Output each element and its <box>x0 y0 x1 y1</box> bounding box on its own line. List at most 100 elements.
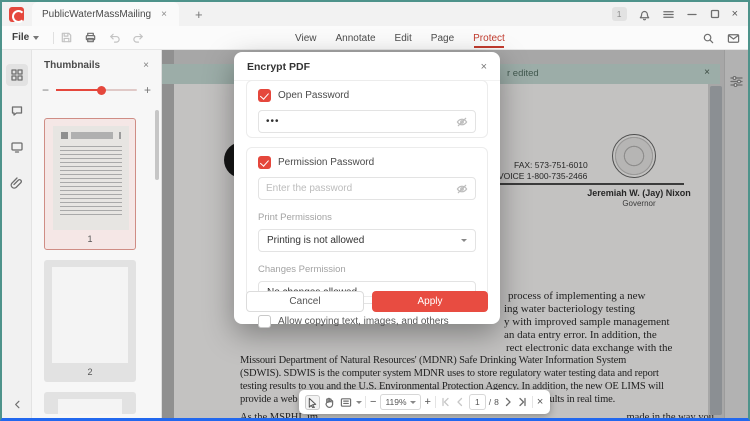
undo-icon[interactable] <box>108 31 121 44</box>
dialog-close-icon[interactable]: × <box>481 61 487 73</box>
next-page-icon[interactable] <box>502 396 514 408</box>
comments-panel-button[interactable] <box>6 100 28 122</box>
allow-copy-label: Allow copying text, images, and others <box>278 316 449 327</box>
first-page-icon[interactable] <box>439 396 451 408</box>
thumbnails-panel-title: Thumbnails <box>44 60 100 71</box>
zoom-in-button[interactable]: + <box>424 396 432 408</box>
thumbnails-panel-button[interactable] <box>6 64 28 86</box>
minimize-button[interactable] <box>686 8 698 20</box>
thumbnail-page-number: 1 <box>53 230 127 246</box>
zoom-out-thumbnails-icon[interactable]: − <box>42 83 49 97</box>
app-window: PublicWaterMassMailing × + 1 × File <box>0 0 750 421</box>
panel-close-icon[interactable]: × <box>143 60 149 71</box>
permission-password-label: Permission Password <box>278 157 374 168</box>
zoom-level-value: 119% <box>385 397 406 407</box>
page-total: 8 <box>494 397 499 407</box>
tab-edit[interactable]: Edit <box>394 29 413 48</box>
page-separator: / <box>489 397 491 407</box>
bookmarks-panel-button[interactable] <box>6 136 28 158</box>
thumbnail-page-preview <box>53 126 129 230</box>
changes-permission-label: Changes Permission <box>258 264 476 275</box>
chevron-down-icon <box>461 239 467 242</box>
right-rail <box>724 50 748 418</box>
attachments-panel-button[interactable] <box>6 172 28 194</box>
search-icon[interactable] <box>702 32 715 45</box>
body-text: made in the way you <box>627 412 714 421</box>
current-page-input[interactable]: 1 <box>469 394 486 410</box>
thumbnail-page-preview <box>58 399 122 414</box>
document-scrollbar-thumb[interactable] <box>710 86 722 415</box>
eye-off-icon[interactable] <box>456 116 468 128</box>
tab-view[interactable]: View <box>294 29 318 48</box>
panel-scrollbar-thumb[interactable] <box>155 110 159 180</box>
page-gutter <box>162 50 174 418</box>
page-thumbnail-3[interactable] <box>44 392 136 414</box>
body-text: Missouri Department of Natural Resources… <box>240 355 626 366</box>
tab-close-icon[interactable]: × <box>159 9 169 20</box>
envelope-icon[interactable] <box>727 32 740 45</box>
title-bar: PublicWaterMassMailing × + 1 × <box>2 2 748 26</box>
open-password-input[interactable] <box>266 116 450 127</box>
file-menu-button[interactable]: File <box>2 32 47 43</box>
print-permissions-value: Printing is not allowed <box>267 235 364 246</box>
page-view-mode-icon[interactable] <box>339 396 353 409</box>
select-tool-icon[interactable] <box>305 395 320 410</box>
file-menu-label: File <box>12 32 29 43</box>
ribbon-tabs: View Annotate Edit Page Protect <box>294 26 506 50</box>
chevron-down-icon[interactable] <box>356 401 362 404</box>
eye-off-icon[interactable] <box>456 183 468 195</box>
last-page-icon[interactable] <box>517 396 529 408</box>
hand-tool-icon[interactable] <box>323 396 336 409</box>
tab-page[interactable]: Page <box>430 29 455 48</box>
main-menu-icon[interactable] <box>662 8 675 21</box>
chevron-down-icon <box>410 401 416 404</box>
page-thumbnail-1[interactable]: 1 <box>44 118 136 250</box>
view-settings-icon[interactable] <box>729 74 745 89</box>
zoom-out-button[interactable]: − <box>369 396 377 408</box>
user-badge[interactable]: 1 <box>612 7 627 21</box>
previous-page-icon[interactable] <box>454 396 466 408</box>
state-seal-icon <box>612 134 656 178</box>
page-thumbnail-2[interactable]: 2 <box>44 260 136 382</box>
collapse-sidebar-button[interactable] <box>2 399 32 410</box>
print-permissions-select[interactable]: Printing is not allowed <box>258 229 476 252</box>
thumbnail-page-number: 2 <box>52 363 128 379</box>
print-icon[interactable] <box>84 31 97 44</box>
allow-copy-checkbox[interactable] <box>258 315 271 328</box>
body-text: y with improved sample management <box>504 316 670 328</box>
thumbnail-size-slider[interactable] <box>56 89 137 91</box>
notification-close-icon[interactable]: × <box>704 67 710 78</box>
divider <box>532 396 533 408</box>
tab-protect[interactable]: Protect <box>472 29 506 48</box>
zoom-level-select[interactable]: 119% <box>380 394 420 410</box>
save-icon[interactable] <box>60 31 73 44</box>
menu-bar: File View Annotate Edit Page Protect <box>2 26 748 50</box>
letterhead-fax: FAX: 573-751-6010 <box>514 160 588 170</box>
permission-password-section: Permission Password Print Permissions Pr… <box>246 147 488 297</box>
document-tab[interactable]: PublicWaterMassMailing × <box>32 2 179 26</box>
permission-password-input[interactable] <box>266 183 450 194</box>
letterhead-signatory: Jeremiah W. (Jay) Nixon <box>560 188 718 198</box>
cancel-button[interactable]: Cancel <box>246 291 364 312</box>
new-tab-button[interactable]: + <box>191 7 207 22</box>
tab-annotate[interactable]: Annotate <box>335 29 377 48</box>
apply-button[interactable]: Apply <box>372 291 488 312</box>
divider <box>365 396 366 408</box>
toolbar-close-icon[interactable]: × <box>536 396 544 408</box>
divider <box>435 396 436 408</box>
open-password-checkbox[interactable] <box>258 89 271 102</box>
chevron-down-icon <box>33 36 39 40</box>
document-tab-title: PublicWaterMassMailing <box>42 9 151 20</box>
divider <box>53 32 54 44</box>
notifications-bell-icon[interactable] <box>638 8 651 21</box>
slider-knob[interactable] <box>97 86 106 95</box>
slider-fill <box>56 89 98 91</box>
zoom-in-thumbnails-icon[interactable]: + <box>144 83 151 97</box>
dialog-title: Encrypt PDF <box>247 61 310 73</box>
permission-password-checkbox[interactable] <box>258 156 271 169</box>
redo-icon[interactable] <box>132 31 145 44</box>
window-close-button[interactable]: × <box>732 8 738 20</box>
thumbnails-panel: Thumbnails × − + 1 2 <box>32 50 162 418</box>
maximize-button[interactable] <box>709 8 721 20</box>
body-text: an data entry error. In addition, the <box>504 329 657 341</box>
